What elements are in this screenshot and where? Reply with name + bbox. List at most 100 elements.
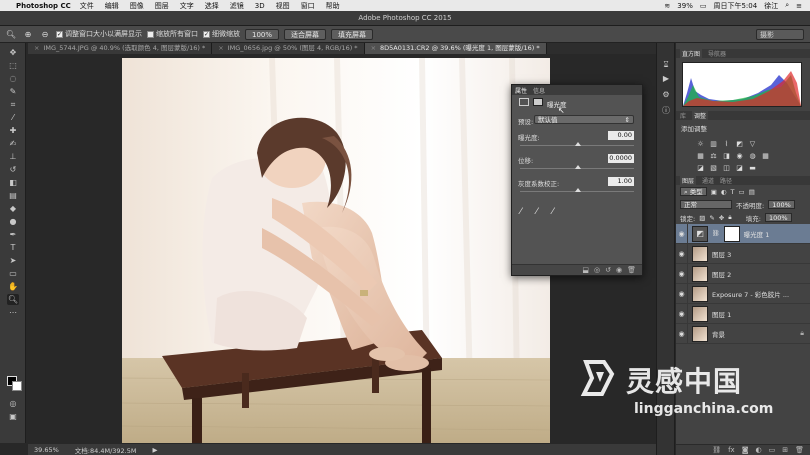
invert-icon[interactable]: ◪	[696, 163, 705, 172]
doc-tab[interactable]: × IMG_0656.jpg @ 50% (图层 4, RGB/16) *	[212, 43, 365, 54]
exposure-field[interactable]: 0.00	[608, 131, 634, 140]
close-icon[interactable]: ×	[371, 44, 376, 52]
zoom-level[interactable]: 39.65%	[34, 446, 59, 454]
menu-file[interactable]: 文件	[80, 1, 94, 11]
eyedropper-black-icon[interactable]: ⁄	[520, 207, 522, 217]
resize-windows-checkbox[interactable]: ✓ 调整窗口大小以满屏显示	[56, 29, 142, 39]
clock[interactable]: 周日下午5:04	[713, 1, 757, 11]
tab-info[interactable]: 信息	[533, 86, 545, 95]
eye-icon[interactable]: ◉	[676, 223, 688, 244]
zoom-100-button[interactable]: 100%	[245, 28, 280, 40]
layer-row[interactable]: ◉ 背景 🔒︎	[676, 323, 810, 344]
lock-transparent-icon[interactable]: ▨	[699, 214, 705, 222]
exposure-icon[interactable]: ◩	[735, 139, 744, 148]
offset-slider-thumb[interactable]	[575, 165, 581, 169]
eyedropper-gray-icon[interactable]: ⁄	[536, 207, 538, 217]
gamma-slider-thumb[interactable]	[575, 188, 581, 192]
properties-icon[interactable]: ⚙	[660, 89, 672, 100]
menu-filter[interactable]: 滤镜	[230, 1, 244, 11]
photo-filter-icon[interactable]: ◉	[735, 151, 744, 160]
menu-3d[interactable]: 3D	[255, 2, 265, 10]
tab-paths[interactable]: 路径	[720, 176, 732, 185]
posterize-icon[interactable]: ▧	[709, 163, 718, 172]
doc-tab-active[interactable]: × 8D5A0131.CR2 @ 39.6% (曝光度 1, 图层蒙版/16) *	[364, 43, 547, 54]
quick-select-tool-icon[interactable]: ✎	[7, 86, 19, 97]
preset-select[interactable]: 默认值 ⇕	[534, 115, 634, 124]
document-size[interactable]: 文档:84.4M/392.5M	[75, 445, 137, 455]
marquee-tool-icon[interactable]: ⬚	[7, 60, 19, 71]
history-brush-icon[interactable]: ↺	[7, 164, 19, 175]
user-name[interactable]: 徐江	[764, 1, 778, 11]
background-color[interactable]	[12, 381, 22, 391]
gradient-tool-icon[interactable]: ▤	[7, 190, 19, 201]
menu-window[interactable]: 窗口	[301, 1, 315, 11]
chain-icon[interactable]: ⛓	[712, 230, 720, 237]
quick-mask-icon[interactable]: ◎	[7, 398, 19, 409]
levels-icon[interactable]: ▥	[709, 139, 718, 148]
blur-tool-icon[interactable]: ◆	[7, 203, 19, 214]
eye-icon[interactable]: ◉	[676, 303, 688, 324]
link-layers-icon[interactable]: ⛓	[712, 446, 721, 454]
layer-name[interactable]: 图层 2	[712, 269, 731, 279]
menu-select[interactable]: 选择	[205, 1, 219, 11]
channel-mixer-icon[interactable]: ◍	[748, 151, 757, 160]
selective-color-icon[interactable]: ◪	[735, 163, 744, 172]
exposure-slider-thumb[interactable]	[575, 142, 581, 146]
layer-name[interactable]: 图层 3	[712, 249, 731, 259]
offset-field[interactable]: 0.0000	[608, 154, 634, 163]
app-menu[interactable]: Photoshop CC	[16, 2, 71, 10]
mask-icon[interactable]	[533, 98, 543, 106]
black-white-icon[interactable]: ◨	[722, 151, 731, 160]
tab-library[interactable]: 库	[680, 111, 686, 120]
shape-tool-icon[interactable]: ▭	[7, 268, 19, 279]
filter-adjust-icon[interactable]: ◐	[721, 188, 727, 196]
tab-adjustments[interactable]: 调整	[692, 111, 709, 120]
eye-icon[interactable]: ◉	[676, 283, 688, 304]
color-balance-icon[interactable]: ⚖	[709, 151, 718, 160]
delete-icon[interactable]: 🗑︎	[627, 266, 636, 274]
blend-mode-select[interactable]: 正常	[680, 200, 732, 209]
tab-properties[interactable]: 属性	[515, 86, 527, 95]
zoom-in-icon[interactable]: ⊕	[22, 28, 34, 40]
brush-tool-icon[interactable]: ✍	[7, 138, 19, 149]
eyedropper-white-icon[interactable]: ⁄	[552, 207, 554, 217]
lock-all-icon[interactable]: 🔒︎	[728, 213, 731, 222]
close-icon[interactable]: ×	[218, 44, 223, 52]
menu-edit[interactable]: 编辑	[105, 1, 119, 11]
history-icon[interactable]: ⌛︎	[660, 59, 672, 70]
vibrance-icon[interactable]: ▽	[748, 139, 757, 148]
layer-name[interactable]: 背景	[712, 329, 725, 339]
zoom-tool-icon[interactable]: 🔍︎	[7, 294, 19, 305]
eye-icon[interactable]: ◉	[676, 323, 688, 344]
more-tools-icon[interactable]: ⋯	[7, 307, 19, 318]
zoom-all-windows-checkbox[interactable]: 缩放所有窗口	[147, 29, 198, 39]
hue-saturation-icon[interactable]: ▦	[696, 151, 705, 160]
kind-filter-select[interactable]: ⌕ 类型	[680, 187, 707, 196]
filter-type-icon[interactable]: T	[731, 188, 735, 196]
type-tool-icon[interactable]: T	[7, 242, 19, 253]
eyedropper-tool-icon[interactable]: ⁄	[7, 112, 19, 123]
brightness-icon[interactable]: ☼	[696, 139, 705, 148]
stamp-tool-icon[interactable]: ⊥	[7, 151, 19, 162]
layer-row[interactable]: ◉ 图层 2	[676, 263, 810, 284]
eraser-tool-icon[interactable]: ◧	[7, 177, 19, 188]
curves-icon[interactable]: ⌇	[722, 139, 731, 148]
layer-name[interactable]: 图层 1	[712, 309, 731, 319]
zoom-out-icon[interactable]: ⊖	[39, 28, 51, 40]
threshold-icon[interactable]: ◫	[722, 163, 731, 172]
menu-layer[interactable]: 图层	[155, 1, 169, 11]
move-tool-icon[interactable]: ✥	[7, 47, 19, 58]
fx-icon[interactable]: fx	[728, 446, 735, 454]
filter-smart-icon[interactable]: ▤	[749, 188, 755, 196]
filter-pixel-icon[interactable]: ▣	[711, 188, 717, 196]
gradient-map-icon[interactable]: ▬	[748, 163, 757, 172]
gamma-field[interactable]: 1.00	[608, 177, 634, 186]
fit-screen-button[interactable]: 适合屏幕	[284, 28, 327, 40]
visibility-icon[interactable]: ◉	[616, 266, 622, 274]
search-icon[interactable]: ⌕	[785, 1, 789, 10]
tab-navigator[interactable]: 导航器	[708, 49, 726, 58]
menu-help[interactable]: 帮助	[326, 1, 340, 11]
adjustment-icon[interactable]	[519, 98, 529, 106]
pen-tool-icon[interactable]: ✒	[7, 229, 19, 240]
filter-shape-icon[interactable]: ▭	[739, 188, 745, 196]
